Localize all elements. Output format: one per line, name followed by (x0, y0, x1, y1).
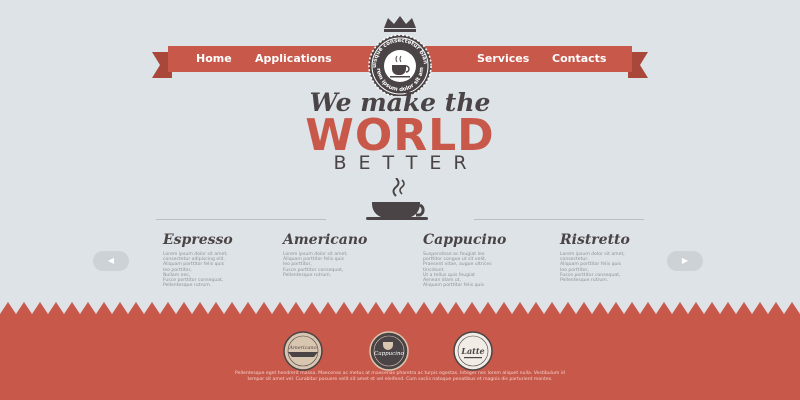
divider-right (474, 219, 644, 220)
footer-text: Pellentesque eget hendrerit massa. Maece… (235, 371, 565, 382)
product-column-ristretto: Ristretto Lorem ipsum dolor sit amet, co… (560, 232, 690, 283)
header: Home Applications Services Contacts Quis… (0, 0, 800, 100)
list-item: Pellentesque rutrum. (163, 283, 212, 289)
arrow-left-icon: ◀ (107, 256, 115, 265)
column-title[interactable]: Ristretto (560, 232, 690, 248)
product-column-espresso: Espresso Lorem ipsum dolor sit amet, con… (163, 232, 293, 288)
product-column-cappucino: Cappucino Suspendisse ac feugiat leo por… (423, 232, 553, 288)
svg-text:Cappucino: Cappucino (374, 351, 404, 357)
column-list: Lorem ipsum dolor sit amet, Aliquam port… (283, 252, 413, 278)
carousel-prev-button[interactable]: ◀ (93, 251, 129, 271)
nav-services[interactable]: Services (477, 52, 529, 65)
crown-icon (384, 16, 416, 32)
nav-contacts[interactable]: Contacts (552, 52, 606, 65)
nav-home[interactable]: Home (196, 52, 232, 65)
divider-left (156, 219, 326, 220)
coffee-badge-logo[interactable]: Quisque consectetur blandit Lorem ipsum … (348, 16, 452, 96)
column-title[interactable]: Americano (283, 232, 413, 248)
list-item: Pellentesque rutrum. (560, 278, 609, 284)
cappucino-stamp[interactable]: Cappucino (368, 330, 410, 372)
svg-text:Latte: Latte (460, 346, 484, 356)
product-column-americano: Americano Lorem ipsum dolor sit amet, Al… (283, 232, 413, 278)
column-list: Lorem ipsum dolor sit amet, consectetur.… (560, 252, 690, 283)
column-title[interactable]: Espresso (163, 232, 293, 248)
svg-text:Americano: Americano (288, 345, 316, 351)
column-title[interactable]: Cappucino (423, 232, 553, 248)
nav-applications[interactable]: Applications (255, 52, 332, 65)
column-list: Lorem ipsum dolor sit amet, consectetur … (163, 252, 293, 288)
footer-zigzag-edge (0, 302, 800, 316)
coffee-cup-icon (366, 178, 428, 220)
list-item: Pellentesque rutrum. (283, 272, 332, 278)
column-list: Suspendisse ac feugiat leo porttitor con… (423, 252, 553, 288)
latte-stamp[interactable]: Latte (452, 330, 494, 372)
americano-stamp[interactable]: Americano (282, 330, 324, 372)
hero-subheadline: BETTER (333, 152, 479, 174)
list-item: Aliquam porttitor felis quis (423, 283, 485, 289)
